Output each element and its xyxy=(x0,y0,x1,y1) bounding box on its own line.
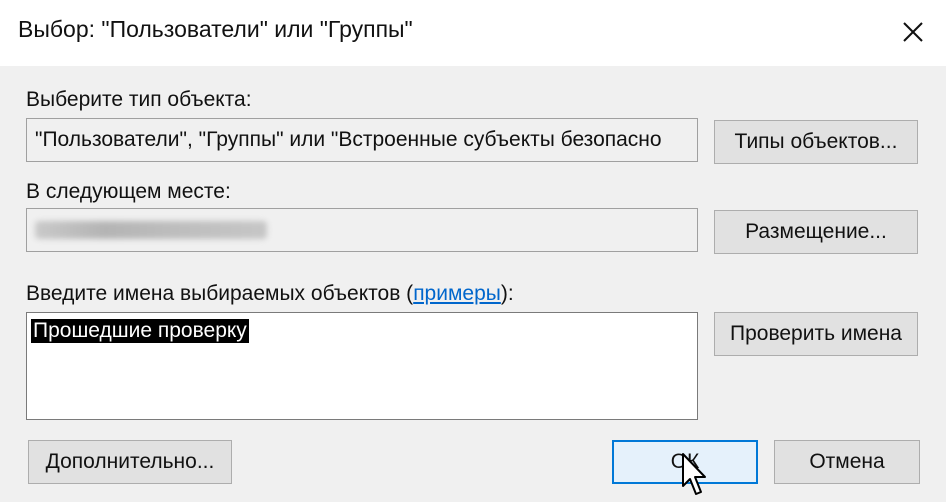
title-bar: Выбор: "Пользователи" или "Группы" xyxy=(0,0,946,66)
object-types-button[interactable]: Типы объектов... xyxy=(714,120,918,164)
examples-link[interactable]: примеры xyxy=(413,282,501,305)
redacted-location-value xyxy=(35,221,267,239)
names-label-prefix: Введите имена выбираемых объектов ( xyxy=(26,282,414,305)
object-type-value: "Пользователи", "Группы" или "Встроенные… xyxy=(35,128,662,151)
location-field xyxy=(26,208,698,252)
cancel-button[interactable]: Отмена xyxy=(774,440,920,484)
object-type-label: Выберите тип объекта: xyxy=(26,88,252,111)
object-type-field: "Пользователи", "Группы" или "Встроенные… xyxy=(26,118,698,162)
location-button[interactable]: Размещение... xyxy=(714,210,918,254)
object-names-input[interactable]: Прошедшие проверку xyxy=(26,312,698,420)
names-label: Введите имена выбираемых объектов (приме… xyxy=(26,282,514,306)
location-label: В следующем месте: xyxy=(26,180,231,203)
close-icon xyxy=(903,22,923,42)
check-names-button[interactable]: Проверить имена xyxy=(714,312,918,356)
window-title: Выбор: "Пользователи" или "Группы" xyxy=(18,16,413,42)
names-label-suffix: ): xyxy=(500,282,514,305)
ok-button[interactable]: ОК xyxy=(612,440,758,484)
object-names-value: Прошедшие проверку xyxy=(31,319,249,343)
close-button[interactable] xyxy=(888,8,938,56)
advanced-button[interactable]: Дополнительно... xyxy=(28,440,232,484)
